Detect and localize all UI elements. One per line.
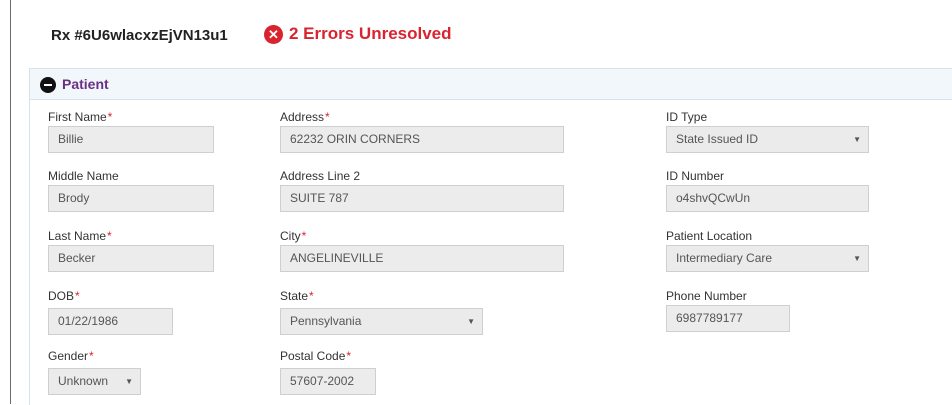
- left-divider: [10, 0, 11, 404]
- first-name-label: First Name*: [48, 110, 113, 124]
- required-marker: *: [309, 289, 314, 303]
- city-field[interactable]: ANGELINEVILLE: [280, 245, 564, 272]
- middle-name-label: Middle Name: [48, 169, 119, 183]
- address-field[interactable]: 62232 ORIN CORNERS: [280, 126, 564, 153]
- section-title: Patient: [62, 76, 109, 92]
- patient-section-header[interactable]: Patient: [30, 69, 952, 100]
- address-label: Address*: [280, 110, 330, 124]
- required-marker: *: [107, 229, 112, 243]
- x-circle-icon: ✕: [264, 24, 283, 44]
- error-summary[interactable]: ✕ 2 Errors Unresolved: [264, 24, 452, 44]
- id-type-value: State Issued ID: [676, 132, 759, 146]
- state-label: State*: [280, 289, 314, 303]
- chevron-down-icon: ▼: [853, 135, 861, 144]
- id-type-label: ID Type: [666, 110, 708, 124]
- gender-label: Gender*: [48, 349, 94, 363]
- city-label: City*: [280, 229, 307, 243]
- required-marker: *: [325, 110, 330, 124]
- middle-name-field[interactable]: Brody: [48, 185, 214, 212]
- minus-circle-icon[interactable]: [40, 77, 56, 93]
- id-number-field[interactable]: o4shvQCwUn: [666, 185, 869, 212]
- address-line-2-label: Address Line 2: [280, 169, 361, 183]
- first-name-field[interactable]: Billie: [48, 126, 214, 153]
- postal-code-label: Postal Code*: [280, 349, 352, 363]
- id-number-label: ID Number: [666, 169, 725, 183]
- required-marker: *: [346, 349, 352, 363]
- id-type-select[interactable]: State Issued ID ▼: [666, 126, 869, 153]
- state-value: Pennsylvania: [290, 314, 362, 328]
- patient-location-value: Intermediary Care: [676, 251, 773, 265]
- required-marker: *: [75, 289, 80, 303]
- chevron-down-icon: ▼: [467, 317, 475, 326]
- last-name-field[interactable]: Becker: [48, 245, 214, 272]
- postal-code-field[interactable]: 57607-2002: [280, 368, 376, 395]
- last-name-label: Last Name*: [48, 229, 112, 243]
- patient-location-select[interactable]: Intermediary Care ▼: [666, 245, 869, 272]
- state-select[interactable]: Pennsylvania ▼: [280, 308, 483, 335]
- required-marker: *: [89, 349, 94, 363]
- phone-number-label: Phone Number: [666, 289, 747, 303]
- patient-location-label: Patient Location: [666, 229, 753, 243]
- gender-value: Unknown: [58, 374, 109, 388]
- patient-section: Patient First Name* Billie Middle Name B…: [29, 68, 952, 405]
- address-line-2-field[interactable]: SUITE 787: [280, 185, 564, 212]
- rx-number: Rx #6U6wlacxzEjVN13u1: [51, 27, 228, 44]
- gender-select[interactable]: Unknown ▼: [48, 368, 141, 395]
- phone-number-field[interactable]: 6987789177: [666, 305, 790, 332]
- chevron-down-icon: ▼: [125, 377, 133, 386]
- required-marker: *: [107, 110, 113, 124]
- error-count-text: 2 Errors Unresolved: [289, 24, 452, 43]
- chevron-down-icon: ▼: [853, 254, 861, 263]
- dob-field[interactable]: 01/22/1986: [48, 308, 173, 335]
- required-marker: *: [301, 229, 307, 243]
- dob-label: DOB*: [48, 289, 80, 303]
